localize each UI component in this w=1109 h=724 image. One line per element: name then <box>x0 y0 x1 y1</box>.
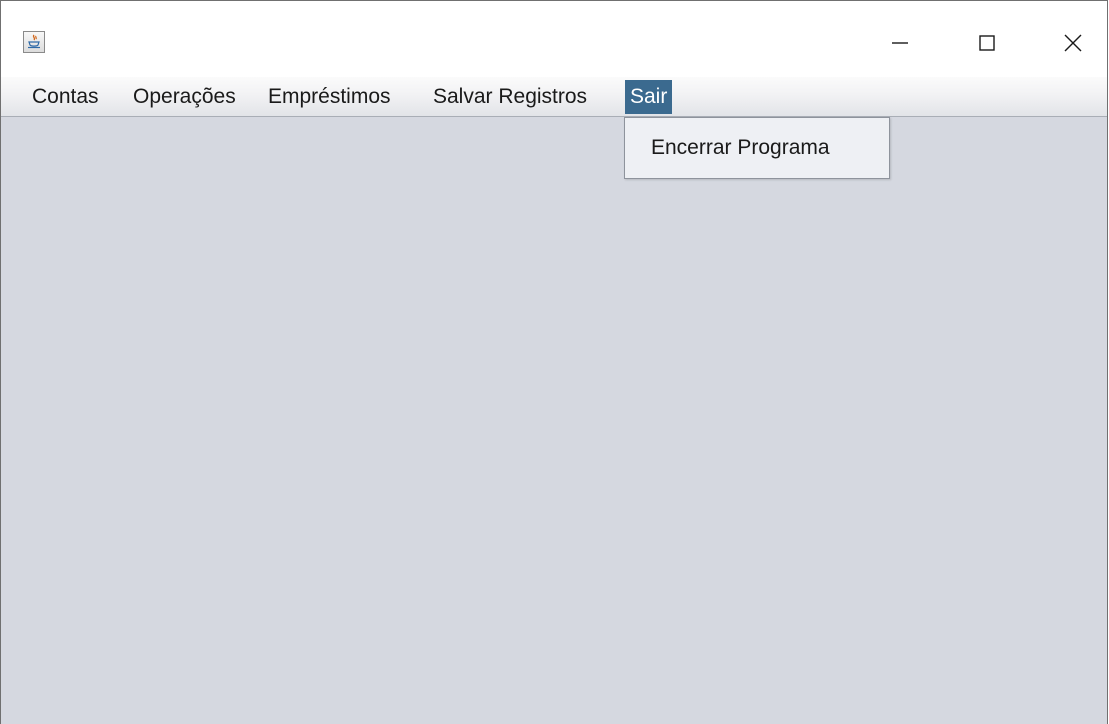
sair-dropdown-menu: Encerrar Programa <box>624 117 890 179</box>
close-icon <box>1064 34 1082 52</box>
java-app-icon[interactable] <box>23 31 45 53</box>
menu-sair[interactable]: Sair <box>625 80 673 114</box>
menu-emprestimos[interactable]: Empréstimos <box>263 80 396 114</box>
minimize-button[interactable] <box>877 23 923 63</box>
minimize-icon <box>892 42 908 44</box>
menu-salvar-registros[interactable]: Salvar Registros <box>428 80 592 114</box>
menu-contas[interactable]: Contas <box>27 80 104 114</box>
maximize-icon <box>979 35 995 51</box>
title-bar[interactable] <box>1 1 1107 77</box>
maximize-button[interactable] <box>964 23 1010 63</box>
menu-operacoes[interactable]: Operações <box>128 80 241 114</box>
menu-item-encerrar-programa[interactable]: Encerrar Programa <box>627 130 887 166</box>
app-window: Contas Operações Empréstimos Salvar Regi… <box>0 0 1108 724</box>
close-button[interactable] <box>1050 23 1096 63</box>
main-content-area <box>1 117 1107 724</box>
menu-bar: Contas Operações Empréstimos Salvar Regi… <box>1 77 1107 117</box>
